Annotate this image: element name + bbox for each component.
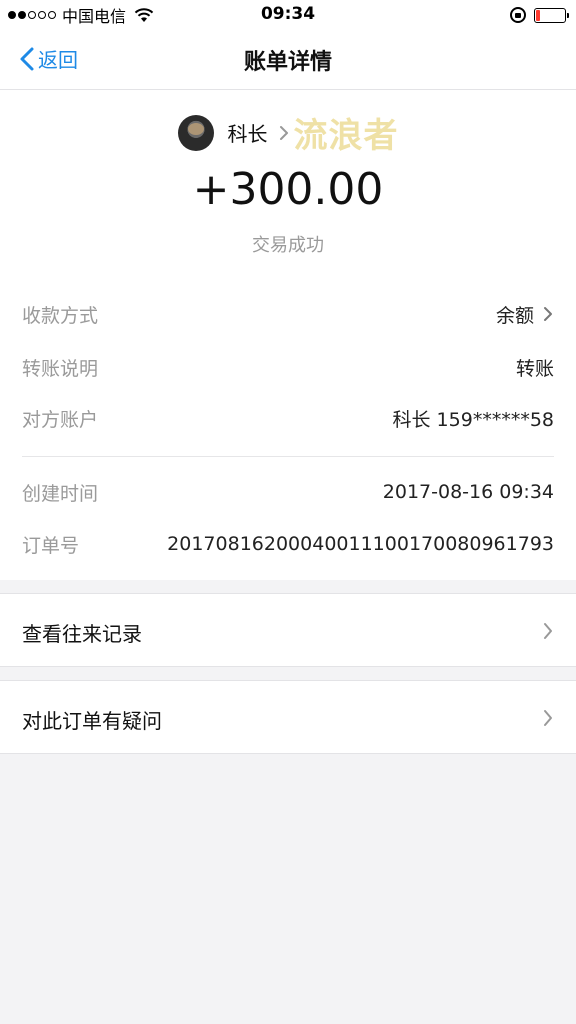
transaction-status: 交易成功 — [252, 235, 324, 256]
status-time: 09:34 — [260, 4, 316, 24]
watermark-text: 流浪者 — [293, 116, 399, 156]
detail-value: 余额 — [496, 301, 554, 328]
meta-label: 订单号 — [22, 534, 80, 557]
meta-label: 创建时间 — [22, 482, 99, 505]
detail-row-counterparty-account: 对方账户 科长 159******58 — [22, 403, 554, 433]
status-right — [510, 5, 569, 25]
nav-bar: 返回 账单详情 — [0, 30, 576, 90]
detail-value-text: 余额 — [495, 304, 534, 327]
detail-value: 转账 — [515, 357, 554, 380]
battery-level — [536, 9, 540, 21]
order-question-cell[interactable]: 对此订单有疑问 — [0, 680, 576, 754]
battery-icon — [534, 7, 569, 23]
rotation-lock-icon — [510, 7, 526, 23]
divider — [22, 456, 554, 457]
chevron-right-icon — [544, 710, 552, 726]
chevron-right-icon — [279, 125, 288, 140]
status-bar: 中国电信 09:34 — [0, 0, 576, 30]
chevron-right-icon — [544, 307, 552, 321]
detail-value: 科长 159******58 — [392, 408, 554, 431]
meta-value: 2017-08-16 09:34 — [382, 481, 554, 503]
detail-label: 收款方式 — [22, 304, 99, 327]
detail-row-payment-method[interactable]: 收款方式 余额 — [22, 299, 554, 329]
page-title: 账单详情 — [243, 50, 332, 75]
meta-value: 20170816200040011100170080961793 — [167, 533, 554, 555]
bill-detail-card: 科长 流浪者 +300.00 交易成功 收款方式 余额 转账说明 转账 对方账户… — [0, 90, 576, 580]
meta-row-order-number: 订单号 20170816200040011100170080961793 — [22, 529, 554, 559]
cell-label: 对此订单有疑问 — [22, 709, 162, 733]
cell-label: 查看往来记录 — [22, 622, 142, 646]
detail-label: 对方账户 — [22, 408, 99, 431]
detail-row-transfer-note: 转账说明 转账 — [22, 352, 554, 382]
detail-label: 转账说明 — [22, 357, 99, 380]
view-history-cell[interactable]: 查看往来记录 — [0, 593, 576, 667]
counterparty-link[interactable]: 科长 流浪者 — [0, 108, 576, 157]
counterparty-name: 科长 — [227, 122, 268, 146]
meta-row-created-time: 创建时间 2017-08-16 09:34 — [22, 477, 554, 507]
transaction-amount: +300.00 — [192, 164, 384, 215]
avatar — [177, 114, 214, 151]
chevron-right-icon — [544, 623, 552, 639]
